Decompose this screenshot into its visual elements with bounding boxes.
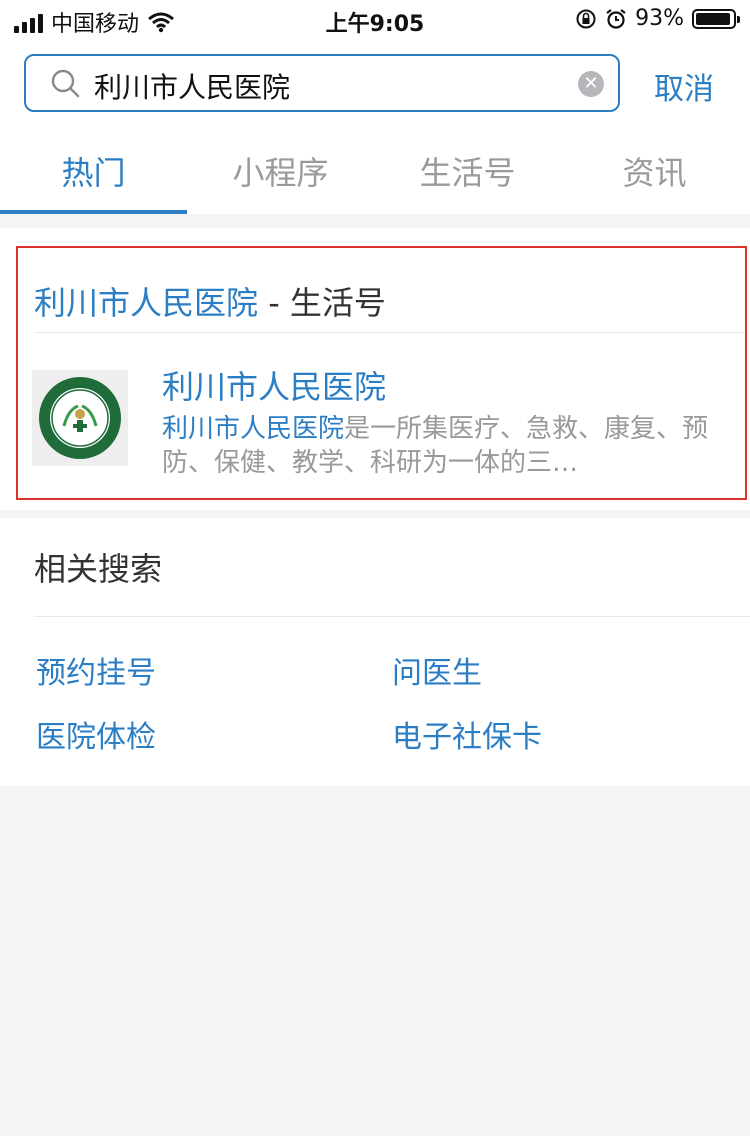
related-link-ask-doctor[interactable]: 问医生 [392, 648, 482, 692]
status-bar: 中国移动 上午9:05 93% [0, 0, 750, 40]
result-item-title[interactable]: 利川市人民医院 [162, 362, 386, 408]
search-icon [51, 69, 80, 98]
orientation-lock-icon [576, 9, 596, 28]
search-input[interactable]: 利川市人民医院 ✕ [24, 54, 620, 112]
result-item-description: 利川市人民医院是一所集医疗、急救、康复、预防、保健、教学、科研为一体的三… [162, 412, 722, 480]
result-card[interactable]: 利川市人民医院 - 生活号 利川市人民医院 利川市人民医院是一所集医疗、急救、康… [16, 246, 747, 500]
tab-life-account[interactable]: 生活号 [374, 148, 561, 194]
tab-hot[interactable]: 热门 [0, 148, 187, 194]
cancel-button[interactable]: 取消 [654, 64, 714, 108]
related-link-checkup[interactable]: 医院体检 [36, 712, 156, 756]
section-gap [0, 214, 750, 228]
result-header-suffix: - 生活号 [258, 284, 386, 322]
hospital-logo [32, 370, 128, 466]
related-link-social-card[interactable]: 电子社保卡 [392, 712, 542, 756]
result-section: 利川市人民医院 - 生活号 利川市人民医院 利川市人民医院是一所集医疗、急救、康… [0, 228, 750, 510]
tab-mini-program[interactable]: 小程序 [187, 148, 374, 194]
battery-percent: 93% [635, 6, 684, 31]
desc-highlight: 利川市人民医院 [162, 414, 345, 444]
divider [34, 616, 750, 617]
related-link-appointment[interactable]: 预约挂号 [36, 648, 156, 692]
divider [34, 332, 745, 333]
related-title: 相关搜索 [34, 550, 163, 588]
result-header-highlight: 利川市人民医院 [34, 284, 259, 322]
result-card-header[interactable]: 利川市人民医院 - 生活号 [34, 278, 386, 324]
battery-icon [692, 8, 740, 29]
hospital-logo-icon [39, 377, 121, 459]
search-query: 利川市人民医院 [94, 71, 291, 104]
clear-icon[interactable]: ✕ [578, 71, 604, 97]
tab-news[interactable]: 资讯 [561, 148, 748, 194]
tab-bar: 热门 小程序 生活号 资讯 [0, 130, 750, 214]
alarm-icon [606, 8, 626, 29]
search-header: 利川市人民医院 ✕ 取消 [0, 40, 750, 130]
related-searches: 相关搜索 预约挂号 问医生 医院体检 电子社保卡 [0, 518, 750, 786]
